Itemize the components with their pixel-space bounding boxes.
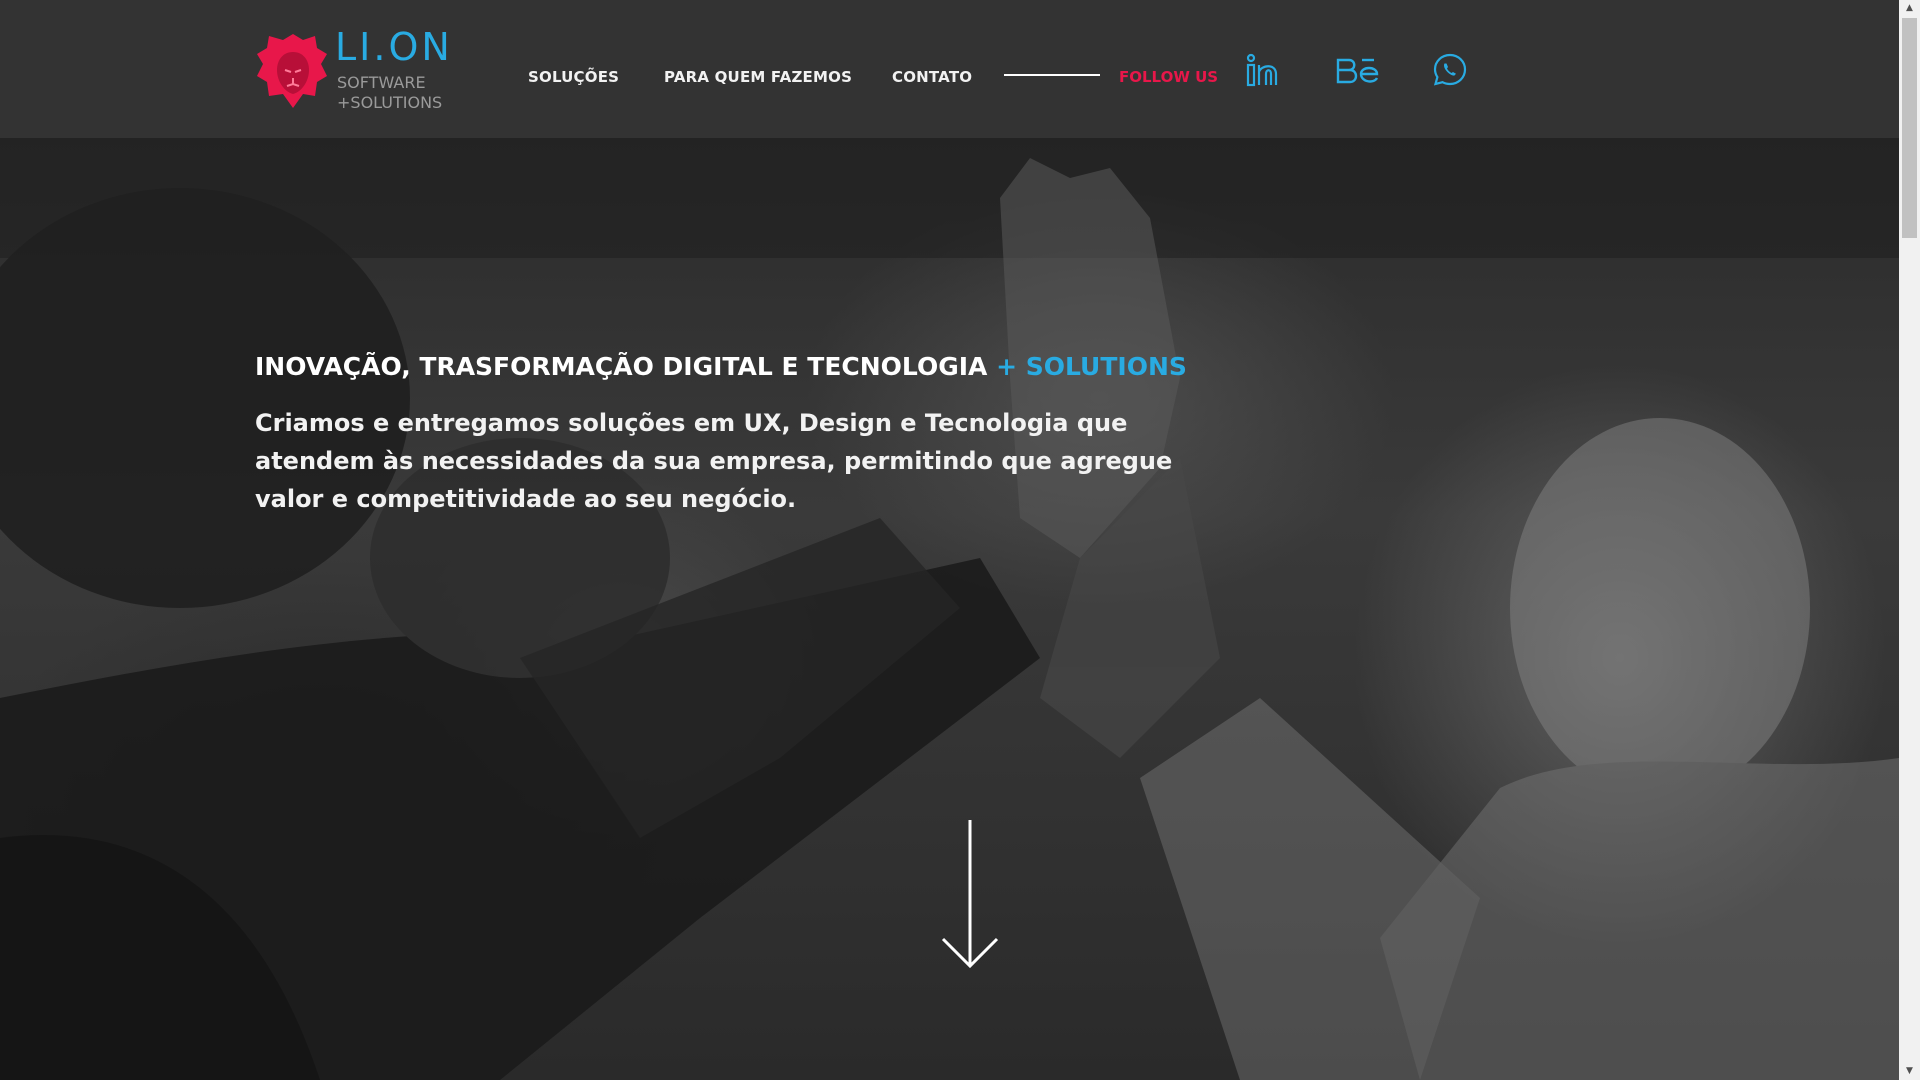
hero-section: INOVAÇÃO, TRASFORMAÇÃO DIGITAL E TECNOLO… bbox=[0, 138, 1899, 1080]
brand-tagline-solutions: +SOLUTIONS bbox=[337, 93, 443, 112]
behance-icon[interactable] bbox=[1336, 52, 1380, 92]
brand-name: LI.ON bbox=[335, 25, 453, 69]
follow-us-label: FOLLOW US bbox=[1119, 68, 1219, 86]
hero-description: Criamos e entregamos soluções em UX, Des… bbox=[255, 409, 1173, 513]
hero-title-accent: + SOLUTIONS bbox=[996, 352, 1187, 381]
whatsapp-icon[interactable] bbox=[1432, 52, 1468, 92]
scroll-down-arrow-icon[interactable]: ▼ bbox=[1899, 1063, 1920, 1080]
site-header: LI.ON SOFTWARE +SOLUTIONS SOLUÇÕES PARA … bbox=[0, 0, 1899, 138]
lion-logo-icon bbox=[257, 34, 327, 108]
nav-divider-line bbox=[1004, 74, 1100, 76]
brand-logo[interactable]: LI.ON SOFTWARE +SOLUTIONS bbox=[255, 25, 455, 114]
scroll-up-arrow-icon[interactable]: ▲ bbox=[1899, 0, 1920, 17]
nav-item-para-quem-fazemos[interactable]: PARA QUEM FAZEMOS bbox=[664, 68, 852, 86]
scrollbar-thumb[interactable] bbox=[1902, 18, 1917, 238]
page-scrollbar[interactable]: ▲ ▼ bbox=[1899, 0, 1920, 1080]
brand-tagline-software: SOFTWARE bbox=[337, 73, 426, 92]
linkedin-icon[interactable] bbox=[1246, 52, 1280, 92]
arrow-down-icon[interactable] bbox=[940, 818, 1000, 978]
nav-item-contato[interactable]: CONTATO bbox=[892, 68, 972, 86]
hero-title: INOVAÇÃO, TRASFORMAÇÃO DIGITAL E TECNOLO… bbox=[255, 352, 1187, 381]
nav-item-solucoes[interactable]: SOLUÇÕES bbox=[528, 68, 619, 86]
